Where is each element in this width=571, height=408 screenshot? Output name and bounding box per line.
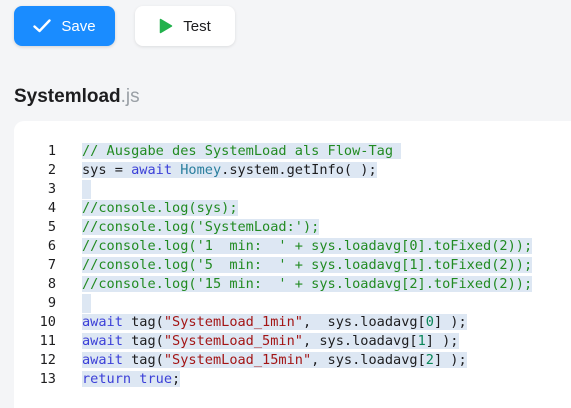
code-token: , sys.loadavg[ <box>302 333 418 349</box>
code-token: Homey <box>180 162 222 178</box>
checkmark-icon <box>33 19 52 33</box>
line-number: 8 <box>47 276 56 292</box>
line-number: 7 <box>47 257 56 273</box>
code-line[interactable]: 10 await tag("SystemLoad_1min", sys.loada… <box>14 313 571 332</box>
line-text: // Ausgabe des SystemLoad als Flow-Tag <box>82 142 402 161</box>
code-token: ] ); <box>433 352 467 368</box>
line-number: 1 <box>47 143 56 159</box>
code-token: 2 <box>425 352 434 368</box>
code-token: "SystemLoad_5min" <box>163 333 303 349</box>
code-token: , sys.loadavg[ <box>302 314 426 330</box>
code-token: true <box>139 371 173 387</box>
line-text: await tag("SystemLoad_1min", sys.loadavg… <box>82 313 467 332</box>
line-number: 10 <box>39 314 56 330</box>
test-button[interactable]: Test <box>135 6 235 46</box>
line-number: 9 <box>47 295 56 311</box>
line-number: 2 <box>47 162 56 178</box>
line-text: //console.log(sys); <box>82 199 238 218</box>
code-token: 1 <box>417 333 426 349</box>
code-token: ] ); <box>433 314 467 330</box>
line-text: //console.log('1 min: ' + sys.loadavg[0]… <box>82 237 533 256</box>
code-token: ] ); <box>425 333 459 349</box>
code-line[interactable]: 8 //console.log('15 min: ' + sys.loadavg[… <box>14 275 571 294</box>
code-line[interactable]: 3 <box>14 180 571 199</box>
code-token: await <box>131 162 173 178</box>
code-token: tag( <box>122 352 164 368</box>
code-token: //console.log('5 min: ' + sys.loadavg[1]… <box>82 257 533 273</box>
file-extension: .js <box>120 86 140 107</box>
code-line[interactable]: 6 //console.log('1 min: ' + sys.loadavg[0… <box>14 237 571 256</box>
line-text: sys = await Homey.system.getInfo( ); <box>82 161 377 180</box>
code-line[interactable]: 1 // Ausgabe des SystemLoad als Flow-Tag <box>14 142 571 161</box>
code-editor[interactable]: 1// Ausgabe des SystemLoad als Flow-Tag … <box>14 121 571 408</box>
code-token: sys = <box>82 162 132 178</box>
code-line[interactable]: 4 //console.log(sys); <box>14 199 571 218</box>
code-token: , sys.loadavg[ <box>311 352 426 368</box>
code-token: //console.log('SystemLoad:'); <box>82 219 320 235</box>
code-token: //console.log('1 min: ' + sys.loadavg[0]… <box>82 238 533 254</box>
code-line[interactable]: 2 sys = await Homey.system.getInfo( ); <box>14 161 571 180</box>
file-title: Systemload.js <box>14 86 140 108</box>
code-token: //console.log(sys); <box>82 200 238 216</box>
line-number: 5 <box>47 219 56 235</box>
code-line[interactable]: 13 return true; <box>14 370 571 389</box>
code-token: .system.getInfo( ); <box>221 162 377 178</box>
code-token: "SystemLoad_15min" <box>163 352 312 368</box>
code-token: await <box>82 333 123 349</box>
code-token: return <box>82 371 132 387</box>
test-button-label: Test <box>183 17 211 35</box>
line-number: 11 <box>39 333 56 349</box>
line-text: //console.log('SystemLoad:'); <box>82 218 320 237</box>
save-button-label: Save <box>61 17 96 35</box>
line-number: 13 <box>39 371 56 387</box>
code-line[interactable]: 7 //console.log('5 min: ' + sys.loadavg[1… <box>14 256 571 275</box>
code-token: await <box>82 314 123 330</box>
line-text: //console.log('15 min: ' + sys.loadavg[2… <box>82 275 533 294</box>
line-text <box>82 294 91 313</box>
code-token: await <box>82 352 123 368</box>
play-icon <box>159 18 173 34</box>
line-text: //console.log('5 min: ' + sys.loadavg[1]… <box>82 256 533 275</box>
line-number: 4 <box>47 200 56 216</box>
code-token: 0 <box>425 314 434 330</box>
code-token: ; <box>172 371 181 387</box>
code-token: //console.log('15 min: ' + sys.loadavg[2… <box>82 276 533 292</box>
line-text: return true; <box>82 370 181 389</box>
save-button[interactable]: Save <box>14 6 115 46</box>
code-token: // Ausgabe des SystemLoad als Flow-Tag <box>82 143 402 159</box>
code-line[interactable]: 9 <box>14 294 571 313</box>
code-line[interactable]: 5 //console.log('SystemLoad:'); <box>14 218 571 237</box>
line-text: await tag("SystemLoad_15min", sys.loadav… <box>82 351 467 370</box>
line-text <box>82 180 91 199</box>
toolbar: Save Test <box>14 6 235 46</box>
code-line[interactable]: 11 await tag("SystemLoad_5min", sys.loada… <box>14 332 571 351</box>
code-token: tag( <box>122 314 164 330</box>
code-area[interactable]: 1// Ausgabe des SystemLoad als Flow-Tag … <box>14 142 571 389</box>
line-number: 6 <box>47 238 56 254</box>
line-number: 3 <box>47 181 56 197</box>
code-line[interactable]: 12 await tag("SystemLoad_15min", sys.load… <box>14 351 571 370</box>
line-number: 12 <box>39 352 56 368</box>
code-token: tag( <box>122 333 164 349</box>
line-text: await tag("SystemLoad_5min", sys.loadavg… <box>82 332 459 351</box>
code-token: "SystemLoad_1min" <box>163 314 303 330</box>
file-name: Systemload <box>14 86 121 107</box>
